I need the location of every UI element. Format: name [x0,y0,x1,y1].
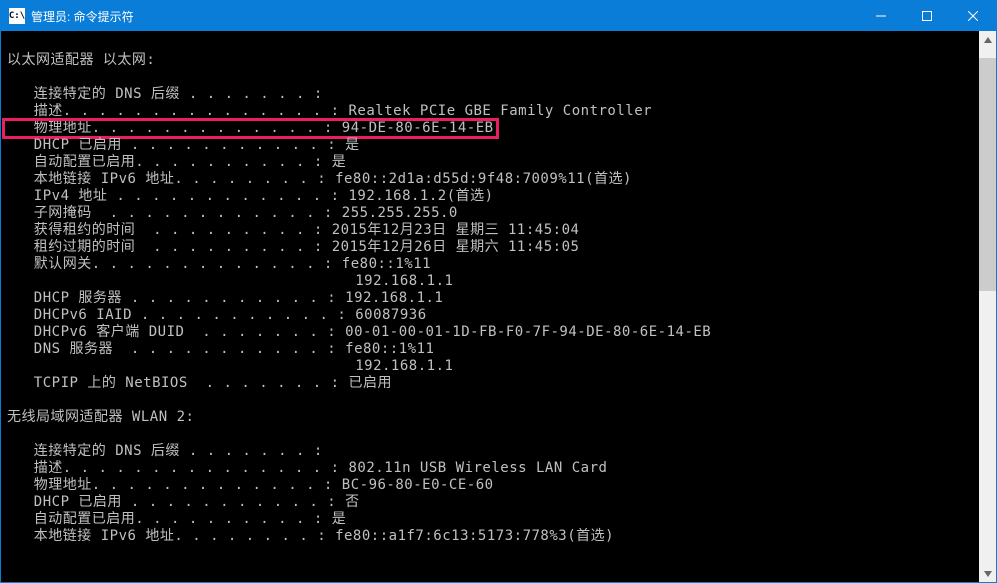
close-icon [968,11,978,21]
ethernet-row-6: IPv4 地址 . . . . . . . . . . . . : 192.16… [7,188,979,205]
ethernet-row-16: 192.168.1.1 [7,358,979,375]
ethernet-row-8: 获得租约的时间 . . . . . . . . . : 2015年12月23日 … [7,222,979,239]
ethernet-row-17: TCPIP 上的 NetBIOS . . . . . . . : 已启用 [7,375,979,392]
ethernet-row-3: DHCP 已启用 . . . . . . . . . . . : 是 [7,137,979,154]
window-title: 管理员: 命令提示符 [31,8,134,25]
vertical-scrollbar[interactable] [979,31,996,582]
command-prompt-window: C:\ 管理员: 命令提示符 以太网适配器 以太网: 连接特定的 DNS 后缀 … [0,0,997,583]
highlighted-physical-address: 物理地址. . . . . . . . . . . . . : 94-DE-80… [4,120,497,137]
minimize-button[interactable] [858,1,904,31]
chevron-down-icon [984,571,992,577]
blank-line [7,35,979,52]
scroll-up-button[interactable] [979,31,996,48]
wlan-row-1: 描述. . . . . . . . . . . . . . . : 802.11… [7,460,979,477]
ethernet-row-7: 子网掩码 . . . . . . . . . . . . : 255.255.2… [7,205,979,222]
maximize-button[interactable] [904,1,950,31]
blank-line [7,392,979,409]
scrollbar-thumb[interactable] [979,58,996,291]
ethernet-row-10: 默认网关. . . . . . . . . . . . . : fe80::1%… [7,256,979,273]
minimize-icon [876,11,886,21]
wlan-adapter-title: 无线局域网适配器 WLAN 2: [7,409,979,426]
chevron-up-icon [984,37,992,43]
wlan-row-2: 物理地址. . . . . . . . . . . . . : BC-96-80… [7,477,979,494]
maximize-icon [922,11,932,21]
wlan-row-3: DHCP 已启用 . . . . . . . . . . . : 否 [7,494,979,511]
ethernet-row-13: DHCPv6 IAID . . . . . . . . . . . : 6008… [7,307,979,324]
ethernet-row-2: 物理地址. . . . . . . . . . . . . : 94-DE-80… [7,120,979,137]
app-icon: C:\ [9,8,25,24]
ethernet-row-11: 192.168.1.1 [7,273,979,290]
ethernet-row-12: DHCP 服务器 . . . . . . . . . . . : 192.168… [7,290,979,307]
ethernet-row-1: 描述. . . . . . . . . . . . . . . : Realte… [7,103,979,120]
close-button[interactable] [950,1,996,31]
ethernet-row-14: DHCPv6 客户端 DUID . . . . . . . : 00-01-00… [7,324,979,341]
titlebar[interactable]: C:\ 管理员: 命令提示符 [1,1,996,31]
blank-line [7,69,979,86]
wlan-row-0: 连接特定的 DNS 后缀 . . . . . . . : [7,443,979,460]
ethernet-row-0: 连接特定的 DNS 后缀 . . . . . . . : [7,86,979,103]
scrollbar-track[interactable] [979,48,996,565]
ethernet-row-9: 租约过期的时间 . . . . . . . . . : 2015年12月26日 … [7,239,979,256]
scroll-down-button[interactable] [979,565,996,582]
ethernet-adapter-title: 以太网适配器 以太网: [7,52,979,69]
ethernet-row-5: 本地链接 IPv6 地址. . . . . . . . : fe80::2d1a… [7,171,979,188]
ethernet-row-4: 自动配置已启用. . . . . . . . . . : 是 [7,154,979,171]
wlan-row-4: 自动配置已启用. . . . . . . . . . : 是 [7,511,979,528]
ethernet-row-15: DNS 服务器 . . . . . . . . . . . : fe80::1%… [7,341,979,358]
blank-line [7,426,979,443]
wlan-row-5: 本地链接 IPv6 地址. . . . . . . . : fe80::a1f7… [7,528,979,545]
terminal-output[interactable]: 以太网适配器 以太网: 连接特定的 DNS 后缀 . . . . . . . :… [1,31,979,582]
